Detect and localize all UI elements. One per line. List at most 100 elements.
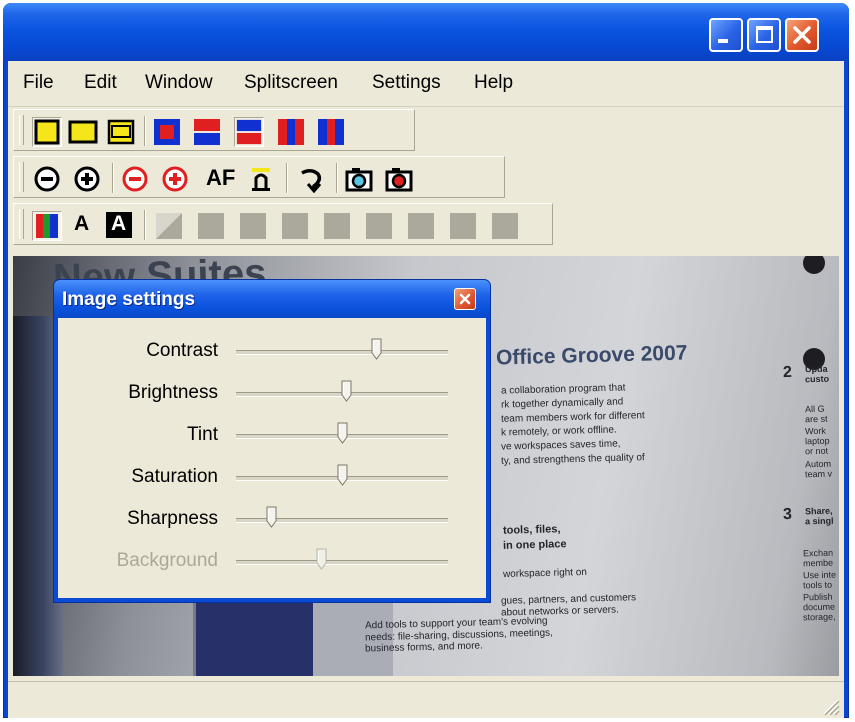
tint-slider-thumb[interactable] [337,422,348,444]
image-settings-dialog: Image settings Contrast Brightness Tint Sat… [54,280,490,602]
camera-col3-line: Work [804,425,826,437]
toolbar-separator [336,163,338,193]
slider-row-contrast: Contrast [58,330,486,372]
rotate-button[interactable] [296,164,326,194]
toolbar-separator [112,163,114,193]
focus-button[interactable] [246,164,276,194]
toolbar-grip[interactable] [19,209,24,239]
camera-col3-line: are st [804,413,828,425]
split-vertical-red-blue-red-icon [318,119,344,145]
slider-row-tint: Tint [58,414,486,456]
camera-para1-line: ty, and strengthens the quality of [500,452,645,467]
brightness-slider-thumb[interactable] [341,380,352,402]
camera-para1-line: k remotely, or work offline. [500,424,617,439]
camera-col3-line: laptop [804,435,830,447]
minimize-icon [718,39,728,43]
slider-row-saturation: Saturation [58,456,486,498]
framed-view-button[interactable] [106,117,136,147]
contrast-slider-track[interactable] [236,350,448,355]
close-button[interactable] [785,18,819,52]
zoom-in-red-button[interactable] [160,164,190,194]
snapshot-icon [345,168,373,192]
filter-slot-3[interactable] [280,211,310,241]
single-view-button[interactable] [32,117,62,147]
zoom-out-red-icon [122,166,148,192]
zoom-in-button[interactable] [72,164,102,194]
text-inverse-button[interactable]: A [104,211,134,241]
camera-col3-num: 3 [782,505,793,524]
snapshot-button[interactable] [344,164,374,194]
zoom-out-button[interactable] [32,164,62,194]
zoom-toolbar: AF [13,156,505,198]
menu-edit[interactable]: Edit [84,72,117,94]
contrast-filter-button[interactable] [154,211,184,241]
toolbar-separator [286,163,288,193]
filter-slot-8[interactable] [490,211,520,241]
saturation-slider-thumb[interactable] [337,464,348,486]
zoom-out-red-button[interactable] [120,164,150,194]
filter-slot-7[interactable] [448,211,478,241]
autofocus-button[interactable]: AF [206,165,235,191]
zoom-out-icon [34,166,60,192]
camera-subhead: in one place [502,538,567,552]
contrast-slider-thumb[interactable] [371,338,382,360]
sharpness-label: Sharpness [127,508,218,529]
status-bar [8,681,844,718]
split-horizontal-red-blue-button[interactable] [192,117,222,147]
single-view-icon [34,119,60,145]
tint-label: Tint [187,424,218,445]
color-mode-button[interactable] [32,211,62,241]
menu-bar: File Edit Window Splitscreen Settings He… [8,61,844,107]
background-label: Background [116,550,218,571]
filter-slot-icon [450,213,476,239]
zoom-in-icon [74,166,100,192]
toolbar-grip[interactable] [19,162,24,192]
camera-col3-num: 2 [782,363,793,382]
menu-help[interactable]: Help [474,72,513,94]
split-blue-red-small-button[interactable] [152,117,182,147]
split-vertical-blue-red-blue-button[interactable] [276,117,306,147]
split-horizontal-blue-red-button[interactable] [234,117,264,147]
background-slider-thumb [316,548,327,570]
slider-row-background: Background [58,540,486,582]
toolbar-separator [144,116,146,146]
maximize-button[interactable] [747,18,781,52]
menu-splitscreen[interactable]: Splitscreen [244,72,338,94]
filter-slot-6[interactable] [406,211,436,241]
filter-slot-1[interactable] [196,211,226,241]
text-mode-button[interactable]: A [74,212,89,236]
menu-settings[interactable]: Settings [372,72,441,94]
title-bar[interactable] [3,3,849,61]
filter-slot-icon [492,213,518,239]
maximize-icon [756,26,773,43]
filter-slot-5[interactable] [364,211,394,241]
filter-slot-4[interactable] [322,211,352,241]
filter-slot-2[interactable] [238,211,268,241]
camera-para1-line: ve workspaces saves time, [500,438,621,453]
filter-slot-icon [408,213,434,239]
camera-col3-line: tools to [802,579,833,591]
dialog-body: Contrast Brightness Tint Saturation Sharpnes… [58,318,486,598]
dialog-close-button[interactable] [454,288,476,310]
rotate-icon [301,169,322,194]
camera-col3-line: or not [804,445,829,457]
camera-para2: workspace right on [502,566,588,581]
minimize-button[interactable] [709,18,743,52]
snapshot-red-button[interactable] [384,164,414,194]
resize-grip-icon[interactable] [820,696,840,716]
menu-file[interactable]: File [23,72,54,94]
camera-col3-line: team v [804,468,833,480]
camera-col3-line: storage, [802,611,836,623]
sharpness-slider-thumb[interactable] [266,506,277,528]
menu-window[interactable]: Window [145,72,213,94]
filter-slot-icon [240,213,266,239]
split-horizontal-blue-red-icon [236,119,262,145]
filter-slot-icon [366,213,392,239]
split-vertical-red-blue-red-button[interactable] [316,117,346,147]
wide-view-button[interactable] [68,117,98,147]
dialog-title-bar[interactable]: Image settings [54,280,490,318]
camera-subhead: tools, files, [502,523,561,537]
toolbar-grip[interactable] [19,115,24,145]
toolbar-separator [144,210,146,240]
close-icon [793,26,811,44]
